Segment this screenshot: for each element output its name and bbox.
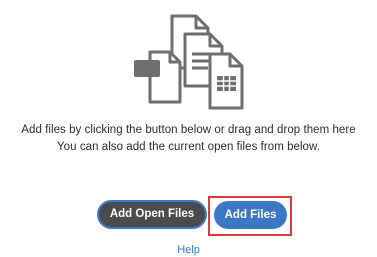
instructions-line-2: You can also add the current open files …: [57, 141, 320, 153]
add-files-button[interactable]: Add Files: [214, 201, 287, 229]
add-open-files-button[interactable]: Add Open Files: [97, 200, 207, 229]
multiple-files-icon: [130, 12, 255, 112]
instructions-text: Add files by clicking the button below o…: [0, 122, 377, 156]
add-files-panel: Add files by clicking the button below o…: [0, 0, 377, 257]
instructions-line-1: Add files by clicking the button below o…: [21, 124, 356, 136]
help-link[interactable]: Help: [0, 244, 377, 256]
